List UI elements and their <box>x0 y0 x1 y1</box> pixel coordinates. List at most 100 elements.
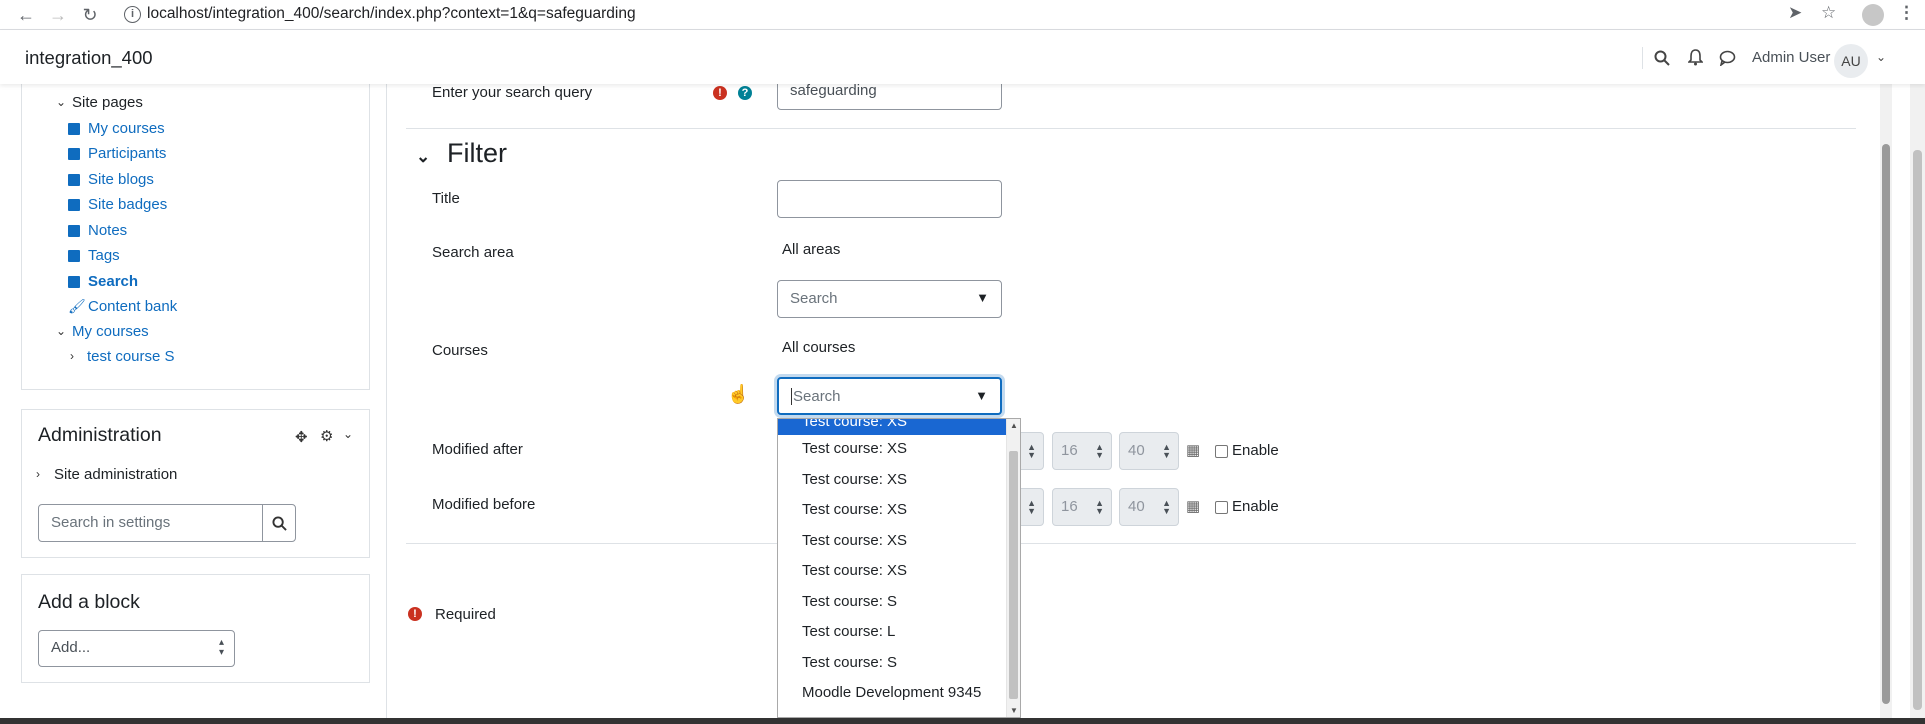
site-name[interactable]: integration_400 <box>25 47 153 69</box>
help-icon[interactable]: ? <box>738 86 752 100</box>
sidebar-item-label[interactable]: Content bank <box>88 298 177 315</box>
send-icon[interactable]: ➤ <box>1788 3 1802 23</box>
settings-search-input[interactable]: Search in settings <box>38 504 263 542</box>
sidebar-item-label[interactable]: My courses <box>88 120 165 137</box>
scroll-down-icon[interactable]: ▼ <box>1010 706 1018 715</box>
main-region-border <box>386 84 387 718</box>
sidebar-item-site-blogs[interactable]: Site blogs <box>68 171 154 188</box>
search-area-autocomplete[interactable]: Search ▼ <box>777 280 1002 318</box>
enable-label: Enable <box>1232 498 1279 515</box>
sidebar-my-courses[interactable]: My courses <box>72 323 149 340</box>
dropdown-option[interactable]: Test course: XS <box>802 562 907 579</box>
sidebar-item-search[interactable]: Search <box>68 273 138 290</box>
hand-cursor-icon: ☝ <box>727 384 750 404</box>
sidebar-item-label[interactable]: Participants <box>88 145 166 162</box>
user-name[interactable]: Admin User <box>1752 49 1830 66</box>
region-scroll-thumb[interactable] <box>1882 144 1890 704</box>
site-info-icon[interactable]: i <box>124 6 141 23</box>
sidebar-item-label[interactable]: Site blogs <box>88 171 154 188</box>
reload-icon[interactable]: ↻ <box>78 3 102 27</box>
select-arrows-icon: ▴ ▾ <box>218 637 224 658</box>
minute-value: 40 <box>1128 442 1145 459</box>
sidebar-item-notes[interactable]: Notes <box>68 222 127 239</box>
scroll-up-icon[interactable]: ▲ <box>1010 421 1018 430</box>
sidebar-item-content-bank[interactable]: 🖌 Content bank <box>68 298 177 315</box>
profile-avatar-icon[interactable] <box>1862 4 1884 26</box>
title-input[interactable] <box>777 180 1002 218</box>
query-label: Enter your search query <box>432 84 593 101</box>
sidebar-site-pages[interactable]: Site pages <box>72 94 143 111</box>
sidebar-course-item[interactable]: test course S <box>87 348 175 365</box>
sidebar-item-label[interactable]: test course S <box>87 348 175 365</box>
dropdown-option[interactable]: Test course: XS <box>802 471 907 488</box>
chevron-down-icon[interactable]: ⌄ <box>416 147 430 167</box>
site-administration-link[interactable]: Site administration <box>54 466 177 483</box>
browser-menu-icon[interactable]: ⋮ <box>1898 3 1915 23</box>
search-icon[interactable] <box>1654 50 1670 66</box>
address-bar[interactable]: localhost/integration_400/search/index.p… <box>147 5 636 23</box>
option-label: Test course: XS <box>802 418 908 430</box>
messages-icon[interactable] <box>1719 50 1736 66</box>
avatar[interactable]: AU <box>1834 44 1868 78</box>
spin-arrows-icon: ▲ ▼ <box>1027 498 1036 516</box>
modified-before-enable-checkbox[interactable] <box>1215 501 1228 514</box>
gear-icon[interactable]: ⚙ <box>320 427 333 445</box>
settings-search-button[interactable] <box>262 504 296 542</box>
dropdown-scroll-thumb[interactable] <box>1009 451 1018 699</box>
page-icon <box>68 276 80 288</box>
navbar-divider <box>1642 47 1643 69</box>
move-icon[interactable]: ✥ <box>295 428 308 446</box>
bell-icon[interactable] <box>1688 49 1703 66</box>
dropdown-option[interactable]: Test course: S <box>802 593 897 610</box>
hour-value: 16 <box>1061 498 1078 515</box>
modified-before-hour-select: 16 ▲ ▼ <box>1052 488 1112 526</box>
sidebar-item-tags[interactable]: Tags <box>68 247 120 264</box>
dropdown-arrow-icon[interactable]: ▼ <box>976 290 989 305</box>
sidebar-item-participants[interactable]: Participants <box>68 145 166 162</box>
dropdown-scrollbar[interactable]: ▲ ▼ <box>1006 419 1020 717</box>
spin-arrows-icon: ▲ ▼ <box>1095 498 1104 516</box>
forward-icon[interactable]: → <box>46 3 70 27</box>
chevron-down-icon[interactable]: ⌄ <box>343 427 353 441</box>
window-scroll-thumb[interactable] <box>1913 150 1922 710</box>
sidebar-item-my-courses[interactable]: My courses <box>68 120 165 137</box>
add-block-select[interactable]: Add... ▴ ▾ <box>38 630 235 667</box>
chevron-down-icon[interactable]: ⌄ <box>56 324 66 338</box>
dropdown-arrow-icon[interactable]: ▼ <box>975 388 988 403</box>
dropdown-option[interactable]: Test course: S <box>802 654 897 671</box>
dropdown-option[interactable]: Test course: L <box>802 623 895 640</box>
courses-dropdown-list[interactable]: Test course: XS Test course: XS Test cou… <box>777 418 1021 718</box>
spin-arrows-icon: ▲ ▼ <box>1095 442 1104 460</box>
required-icon: ! <box>713 86 727 100</box>
dropdown-option[interactable]: Moodle Development 9345 <box>802 684 981 701</box>
modified-after-label: Modified after <box>432 441 523 458</box>
dropdown-option[interactable]: Test course: XS <box>802 440 907 457</box>
block-title: Administration <box>38 424 162 446</box>
calendar-icon[interactable]: ▦ <box>1186 441 1200 459</box>
bookmark-star-icon[interactable]: ☆ <box>1821 3 1836 23</box>
sidebar-item-label[interactable]: Search <box>88 273 138 290</box>
page-icon <box>68 250 80 262</box>
modified-after-enable-checkbox[interactable] <box>1215 445 1228 458</box>
sidebar-item-label[interactable]: Tags <box>88 247 120 264</box>
courses-label: Courses <box>432 342 488 359</box>
chevron-down-icon[interactable]: ⌄ <box>56 95 66 109</box>
chevron-right-icon[interactable]: › <box>70 349 74 363</box>
autocomplete-placeholder: Search <box>791 388 841 405</box>
filter-section-title[interactable]: Filter <box>447 138 507 169</box>
back-icon[interactable]: ← <box>14 3 38 27</box>
sidebar-item-label: Site pages <box>72 94 143 111</box>
sidebar-item-label[interactable]: Notes <box>88 222 127 239</box>
dropdown-option[interactable]: Test course: XS <box>802 501 907 518</box>
chevron-down-icon[interactable]: ⌄ <box>1876 50 1886 64</box>
dropdown-option-selected[interactable]: Test course: XS <box>778 418 1007 435</box>
sidebar-item-label[interactable]: My courses <box>72 323 149 340</box>
dropdown-option[interactable]: Test course: XS <box>802 532 907 549</box>
chevron-right-icon[interactable]: › <box>36 467 40 481</box>
sidebar-item-label[interactable]: Site badges <box>88 196 167 213</box>
hour-value: 16 <box>1061 442 1078 459</box>
courses-autocomplete[interactable]: Search ▼ <box>777 377 1002 415</box>
sidebar-item-site-badges[interactable]: Site badges <box>68 196 167 213</box>
calendar-icon[interactable]: ▦ <box>1186 497 1200 515</box>
site-navbar: integration_400 Admin User AU ⌄ <box>0 30 1925 84</box>
